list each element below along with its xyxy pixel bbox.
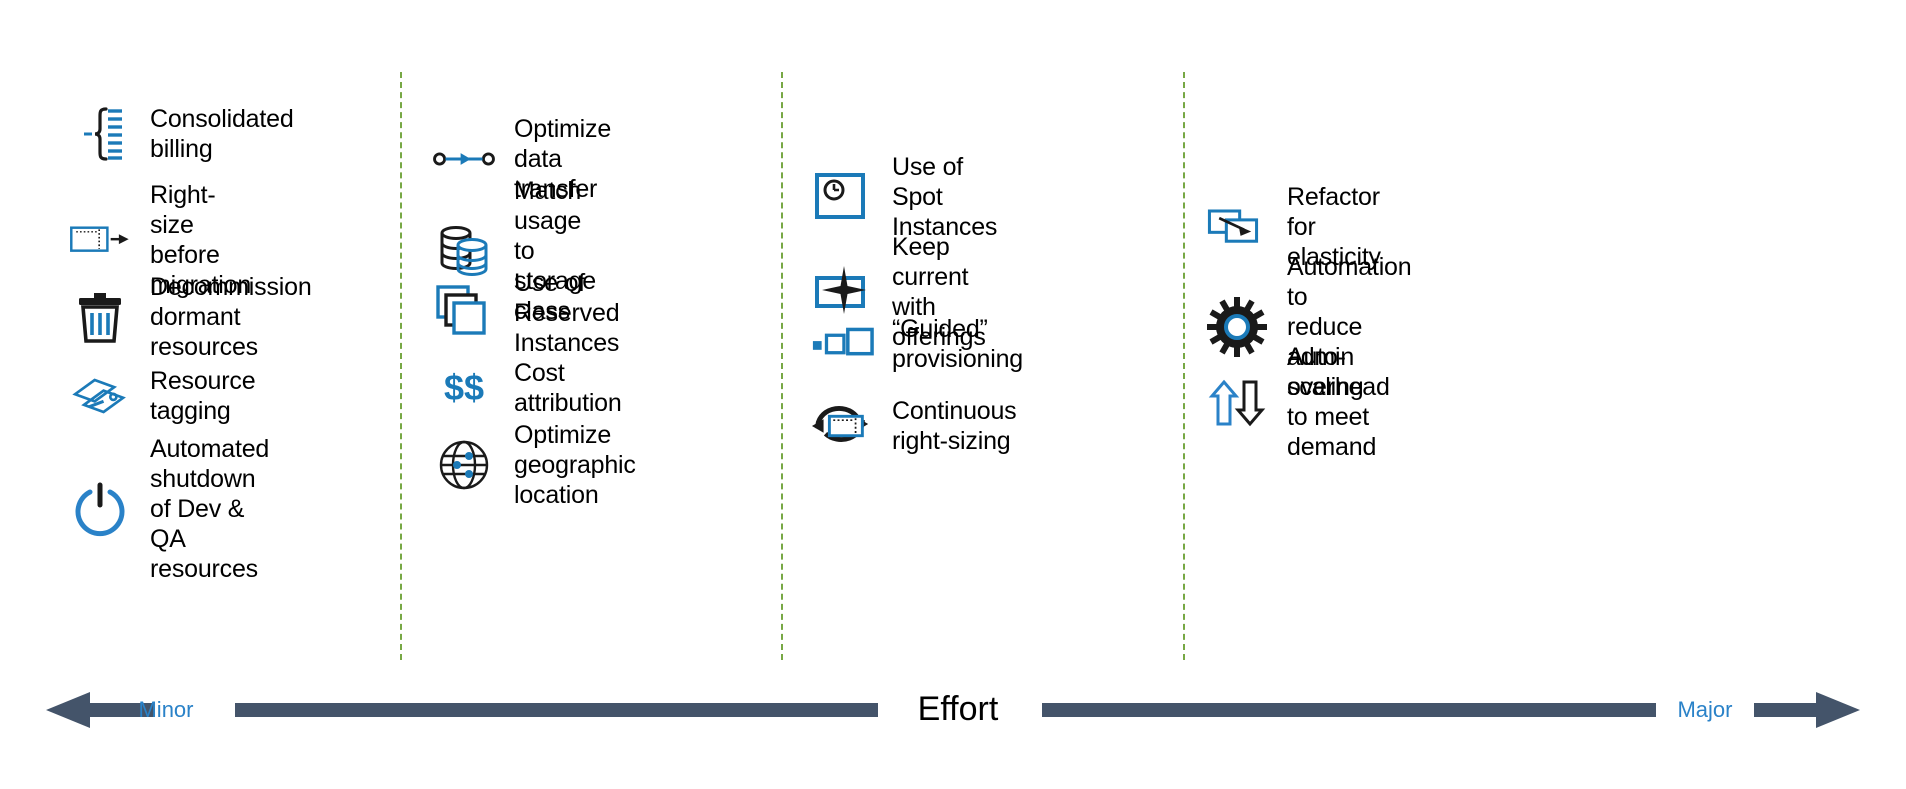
axis-label-major: Major (1677, 697, 1733, 722)
list-item[interactable]: “Guided” provisioning (810, 312, 1023, 376)
axis-left-arrowhead (46, 692, 90, 728)
list-item-label: “Guided” provisioning (892, 315, 1024, 373)
migrate-window-arrow-icon (1205, 195, 1269, 259)
power-button-icon (68, 477, 132, 541)
axis-label-effort: Effort (917, 690, 999, 728)
globe-nodes-icon (432, 433, 496, 497)
divider-1 (400, 72, 402, 660)
list-item[interactable]: Use of Spot Instances (810, 152, 997, 242)
axis-label-minor: Minor (138, 697, 194, 722)
list-item-label: Optimize geographic location (514, 421, 636, 509)
list-item-label: Automated shutdown of Dev & QA resources (150, 435, 270, 583)
list-item-label: Use of Spot Instances (892, 153, 998, 241)
list-item-label: Resource tagging (150, 367, 256, 425)
resize-screen-arrow-icon (68, 208, 132, 272)
list-item-label: Cost attribution (514, 359, 622, 417)
list-item-label: Continuous right-sizing (892, 397, 1017, 455)
axis-bar-middle-left (235, 703, 878, 717)
bracket-list-icon (68, 102, 132, 166)
up-down-arrows-icon (1205, 370, 1269, 434)
divider-3 (1183, 72, 1185, 660)
list-item[interactable]: Use of Reserved Instances (432, 268, 620, 358)
axis-right-arrowhead (1816, 692, 1860, 728)
list-item-label: Consolidated billing (150, 105, 294, 163)
list-item[interactable]: Auto-scaling to meet demand (1205, 342, 1376, 462)
list-item[interactable]: Consolidated billing (68, 102, 294, 166)
list-item[interactable]: $$ Cost attribution (432, 356, 622, 420)
divider-2 (781, 72, 783, 660)
refresh-resize-icon (810, 394, 874, 458)
axis-bar-middle-right (1042, 703, 1656, 717)
trash-can-icon (68, 285, 132, 349)
svg-text:$$: $$ (444, 367, 484, 408)
list-item[interactable]: Resource tagging (68, 364, 256, 428)
list-item[interactable]: Continuous right-sizing (810, 394, 1017, 458)
effort-spectrum-diagram: Consolidated billing Right-size before m… (0, 0, 1906, 789)
list-item-label: Auto-scaling to meet demand (1287, 343, 1377, 461)
axis-bar-right (1754, 703, 1816, 717)
list-item-label: Decommission dormant resources (150, 273, 312, 361)
stacked-squares-icon (432, 281, 496, 345)
tags-icon (68, 364, 132, 428)
list-item-label: Use of Reserved Instances (514, 269, 620, 357)
clock-in-frame-icon (810, 165, 874, 229)
list-item[interactable]: Optimize geographic location (432, 420, 636, 510)
list-item[interactable]: Decommission dormant resources (68, 272, 312, 362)
list-item[interactable]: Automated shutdown of Dev & QA resources (68, 434, 269, 584)
three-squares-icon (810, 312, 874, 376)
double-dollar-icon: $$ (432, 356, 496, 420)
